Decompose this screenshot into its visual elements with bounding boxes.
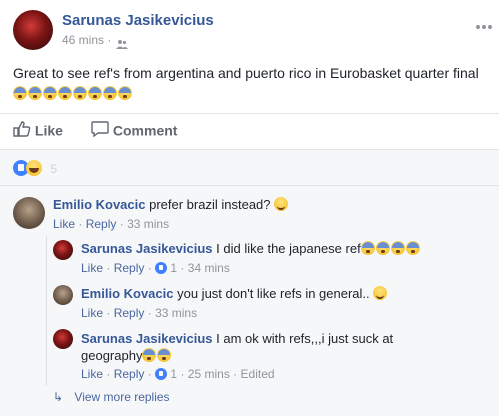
reply-like-link[interactable]: Like bbox=[81, 261, 103, 275]
friends-privacy-icon[interactable] bbox=[116, 36, 128, 49]
divider bbox=[0, 113, 499, 114]
reply-thread-line bbox=[46, 236, 47, 386]
comment-like-link[interactable]: Like bbox=[53, 217, 75, 231]
fearful-face-icon bbox=[118, 86, 132, 100]
comment-button-label: Comment bbox=[112, 122, 178, 139]
reply-author-avatar[interactable] bbox=[53, 285, 73, 305]
like-button[interactable]: Like bbox=[13, 121, 63, 140]
fearful-face-icon bbox=[13, 86, 27, 100]
more-options-icon[interactable] bbox=[476, 16, 494, 34]
reply-like-link[interactable]: Like bbox=[81, 306, 103, 320]
reply-author-avatar[interactable] bbox=[53, 240, 73, 260]
fearful-face-icon bbox=[73, 86, 87, 100]
reply-author[interactable]: Sarunas Jasikevicius bbox=[81, 241, 213, 256]
reactions-summary[interactable]: 5 bbox=[13, 160, 57, 181]
view-more-replies-label[interactable]: View more replies bbox=[74, 390, 169, 404]
reply-reply-link[interactable]: Reply bbox=[114, 367, 145, 381]
reply-time[interactable]: 33 mins bbox=[155, 306, 197, 320]
comment-actions: Like · Reply · 33 mins bbox=[53, 217, 170, 231]
comment-reply-link[interactable]: Reply bbox=[86, 217, 117, 231]
smiley-face-icon bbox=[274, 197, 289, 211]
fearful-face-icon bbox=[43, 86, 57, 100]
post-author-name[interactable]: Sarunas Jasikevicius bbox=[62, 12, 214, 29]
fearful-face-icon bbox=[28, 86, 42, 100]
reply-reply-link[interactable]: Reply bbox=[114, 306, 145, 320]
fearful-face-icon bbox=[375, 241, 390, 255]
reply: Sarunas Jasikevicius I am ok with refs,,… bbox=[81, 330, 411, 364]
smiley-face-icon bbox=[373, 286, 388, 300]
like-count-icon bbox=[155, 262, 168, 274]
fearful-face-icon bbox=[360, 241, 375, 255]
reply-text: I did like the japanese ref bbox=[216, 241, 361, 256]
reply-text-line2: geography bbox=[81, 348, 143, 363]
fearful-face-icon bbox=[88, 86, 102, 100]
commenter-avatar[interactable] bbox=[13, 197, 45, 229]
fearful-face-icon bbox=[157, 348, 172, 362]
fearful-face-icon bbox=[58, 86, 72, 100]
post-author-avatar[interactable] bbox=[13, 10, 53, 50]
reply-edited-label[interactable]: Edited bbox=[241, 367, 275, 381]
reply-time[interactable]: 34 mins bbox=[188, 261, 230, 275]
comment-text: prefer brazil instead? bbox=[149, 197, 271, 212]
reply-text-line1: I am ok with refs,,,i just suck at bbox=[216, 331, 394, 346]
speech-bubble-icon bbox=[91, 121, 109, 140]
reply: Sarunas Jasikevicius I did like the japa… bbox=[81, 241, 421, 256]
reply-actions: Like · Reply · 1 · 34 mins bbox=[81, 261, 230, 275]
comment: Emilio Kovacic prefer brazil instead? bbox=[53, 197, 289, 212]
reply-arrow-icon: ↳ bbox=[53, 390, 64, 404]
thumbs-up-icon bbox=[13, 121, 31, 140]
reply: Emilio Kovacic you just don't like refs … bbox=[81, 286, 388, 301]
post-time-text[interactable]: 46 mins bbox=[62, 33, 104, 47]
fearful-face-icon bbox=[405, 241, 420, 255]
divider bbox=[0, 185, 499, 186]
post-time-separator: · bbox=[107, 33, 112, 47]
post-text-content: Great to see ref's from argentina and pu… bbox=[13, 65, 479, 81]
reply-time[interactable]: 25 mins bbox=[188, 367, 230, 381]
haha-reaction-icon bbox=[26, 160, 42, 176]
reply-author[interactable]: Emilio Kovacic bbox=[81, 286, 173, 301]
reply-actions: Like · Reply · 1 · 25 mins · Edited bbox=[81, 367, 275, 381]
like-count-icon bbox=[155, 368, 168, 380]
comment-time[interactable]: 33 mins bbox=[127, 217, 169, 231]
reply-like-count[interactable]: 1 bbox=[170, 367, 177, 381]
reply-text: you just don't like refs in general.. bbox=[177, 286, 370, 301]
comment-button[interactable]: Comment bbox=[91, 121, 177, 140]
post-text: Great to see ref's from argentina and pu… bbox=[13, 63, 483, 103]
reply-like-count[interactable]: 1 bbox=[170, 261, 177, 275]
comment-author[interactable]: Emilio Kovacic bbox=[53, 197, 145, 212]
fearful-face-icon bbox=[142, 348, 157, 362]
reply-reply-link[interactable]: Reply bbox=[114, 261, 145, 275]
reply-author-avatar[interactable] bbox=[53, 329, 73, 349]
reactions-count[interactable]: 5 bbox=[50, 162, 57, 176]
reply-like-link[interactable]: Like bbox=[81, 367, 103, 381]
post-emoji-sequence bbox=[13, 85, 133, 101]
reply-author[interactable]: Sarunas Jasikevicius bbox=[81, 331, 213, 346]
reply-actions: Like · Reply · 33 mins bbox=[81, 306, 198, 320]
fearful-face-icon bbox=[103, 86, 117, 100]
like-button-label: Like bbox=[34, 122, 63, 139]
view-more-replies[interactable]: ↳ View more replies bbox=[53, 390, 170, 404]
fearful-face-icon bbox=[390, 241, 405, 255]
post-time[interactable]: 46 mins · bbox=[62, 33, 111, 47]
